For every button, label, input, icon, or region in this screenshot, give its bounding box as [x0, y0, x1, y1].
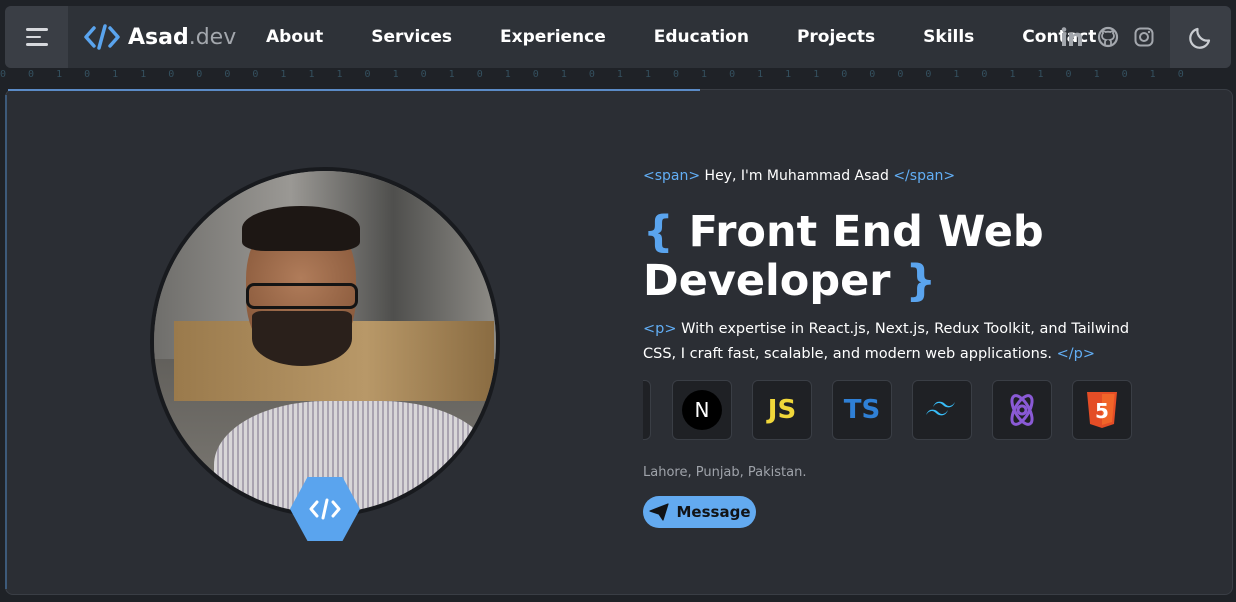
close-brace: }	[905, 256, 937, 306]
title-line-2: Developer	[643, 256, 906, 306]
title-line-1: Front End Web	[673, 207, 1044, 257]
nav-link-experience[interactable]: Experience	[500, 27, 606, 47]
nav-link-education[interactable]: Education	[654, 27, 749, 47]
skills-carousel: N JS TS 5	[643, 379, 1143, 441]
span-open-tag: <span>	[643, 168, 701, 184]
theme-toggle-button[interactable]	[1170, 6, 1231, 68]
github-icon[interactable]	[1097, 26, 1119, 48]
page-title: { Front End Web Developer }	[643, 208, 1163, 306]
html5-icon: 5	[1072, 380, 1132, 440]
skill-tile-partial	[643, 380, 651, 440]
svg-text:5: 5	[1095, 399, 1109, 423]
message-button-label: Message	[676, 503, 751, 521]
intro-line: <span> Hey, I'm Muhammad Asad </span>	[643, 168, 955, 184]
code-brackets-icon	[84, 24, 120, 50]
p-open-tag: <p>	[643, 321, 677, 337]
tailwind-icon	[912, 380, 972, 440]
hero-accent-line	[5, 95, 7, 589]
social-links	[1061, 6, 1155, 68]
nav-link-services[interactable]: Services	[371, 27, 452, 47]
menu-icon	[25, 28, 48, 46]
redux-icon	[992, 380, 1052, 440]
hero-description: <p> With expertise in React.js, Next.js,…	[643, 317, 1163, 367]
linkedin-icon[interactable]	[1061, 26, 1083, 48]
nav-link-skills[interactable]: Skills	[923, 27, 974, 47]
brand-logo[interactable]: Asad.dev	[84, 24, 254, 50]
nav-link-projects[interactable]: Projects	[797, 27, 875, 47]
nav-links: About Services Experience Education Proj…	[266, 27, 1144, 47]
profile-photo	[150, 167, 500, 517]
nav-link-about[interactable]: About	[266, 27, 323, 47]
nextjs-icon: N	[672, 380, 732, 440]
send-icon	[648, 503, 669, 521]
intro-text: Hey, I'm Muhammad Asad	[700, 168, 894, 184]
p-close-tag: </p>	[1056, 346, 1096, 362]
moon-icon	[1188, 27, 1210, 49]
message-button[interactable]: Message	[643, 496, 756, 528]
javascript-icon: JS	[752, 380, 812, 440]
navbar: Asad.dev About Services Experience Educa…	[5, 6, 1231, 68]
menu-button[interactable]	[5, 6, 68, 68]
svg-text:N: N	[695, 398, 710, 422]
instagram-icon[interactable]	[1133, 26, 1155, 48]
span-close-tag: </span>	[893, 168, 956, 184]
typescript-icon: TS	[832, 380, 892, 440]
brand-name: Asad.dev	[128, 24, 237, 50]
hero-progress-line	[8, 89, 700, 91]
binary-decoration: 0 0 1 0 1 1 0 0 0 0 1 1 1 0 1 0 1 0 1 0 …	[0, 69, 1192, 80]
open-brace: {	[643, 207, 674, 257]
location-text: Lahore, Punjab, Pakistan.	[643, 465, 807, 480]
